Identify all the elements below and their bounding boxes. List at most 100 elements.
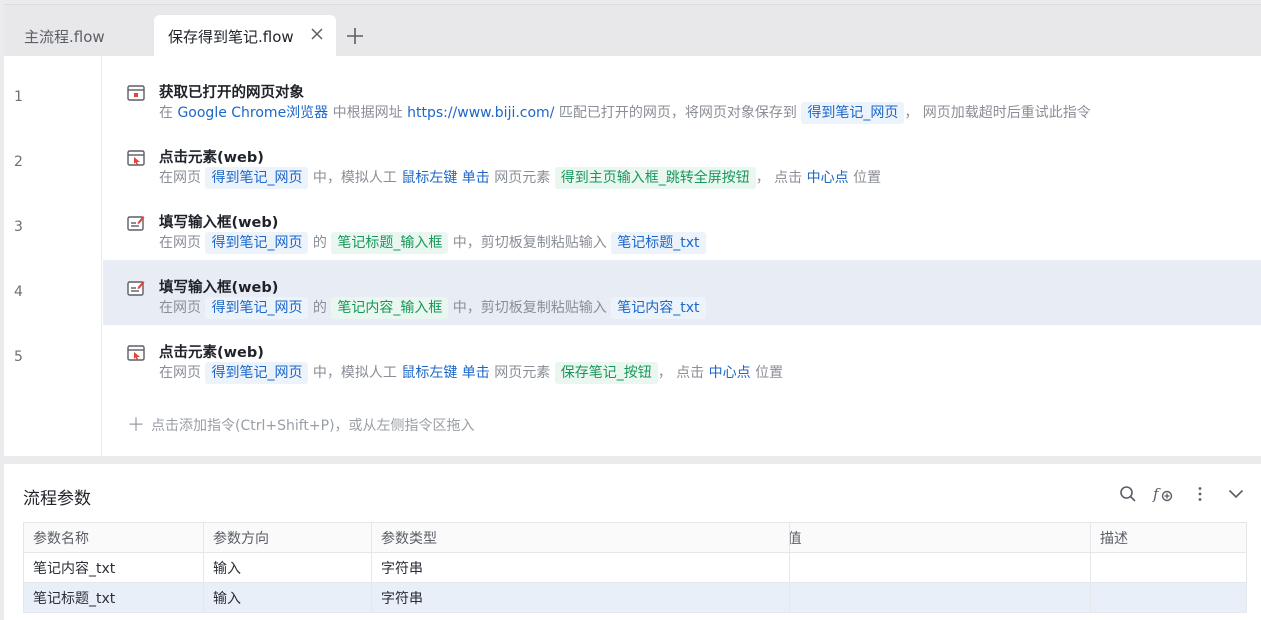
plus-icon: ＋ [127,415,145,436]
variable-token[interactable]: 得到笔记_网页 [801,102,905,124]
column-header[interactable]: 描述 [1090,522,1247,553]
close-tab-icon[interactable] [308,25,326,43]
desc-text: 在网页 [159,235,206,251]
table-row[interactable]: 笔记内容_txt 输入 字符串 [23,552,1247,583]
column-header[interactable]: 默认值 [789,522,1091,553]
variable-token[interactable]: 得到笔记_网页 [205,232,309,254]
click-element-icon [127,344,145,362]
line-number: 5 [14,349,23,365]
tab-label: 保存得到笔记.flow [168,27,294,46]
click-element-icon [127,149,145,167]
tab-bar: 主流程.flow 保存得到笔记.flow [4,4,1261,57]
desc-text: 的 [308,235,332,251]
flow-step[interactable]: 点击元素(web) 在网页 得到笔记_网页 中，模拟人工 鼠标左键 单击 网页元… [103,325,1261,390]
step-title: 点击元素(web) [159,345,264,361]
variable-token[interactable]: 得到笔记_网页 [205,297,309,319]
step-title: 填写输入框(web) [159,215,279,231]
flow-step-selected[interactable]: 填写输入框(web) 在网页 得到笔记_网页 的 笔记内容_输入框 中，剪切板复… [103,260,1261,325]
table-header-row: 参数名称 参数方向 参数类型 默认值 描述 [23,522,1247,553]
column-header[interactable]: 参数方向 [203,522,372,553]
panel-title: 流程参数 [23,489,91,509]
variable-token[interactable]: 得到笔记_网页 [205,362,309,384]
svg-text:f: f [1152,485,1161,503]
step-title: 获取已打开的网页对象 [159,85,304,101]
element-token[interactable]: 笔记内容_输入框 [331,297,449,319]
line-number: 2 [14,154,23,170]
add-command-hint[interactable]: ＋ 点击添加指令(Ctrl+Shift+P)，或从左侧指令区拖入 [127,411,475,437]
param-direction-cell[interactable]: 输入 [203,552,372,583]
desc-text: 中，模拟人工 [308,365,402,381]
desc-option-link[interactable]: 鼠标左键 单击 [401,365,489,381]
variable-token[interactable]: 笔记内容_txt [611,297,706,319]
param-desc-cell[interactable] [1090,552,1247,583]
table-row-selected[interactable]: 笔记标题_txt 输入 字符串 [23,582,1247,613]
chevron-down-icon[interactable] [1224,482,1248,506]
params-table: 参数名称 参数方向 参数类型 默认值 描述 笔记内容_txt 输入 字符串 笔记… [23,522,1247,613]
desc-option-link[interactable]: https://www.biji.com/ [407,105,554,121]
param-name-cell[interactable]: 笔记内容_txt [23,552,204,583]
desc-text: 在 [159,105,178,121]
param-name-cell[interactable]: 笔记标题_txt [23,582,204,613]
flow-params-panel: 流程参数 f 参数名称 参数方向 参数类型 默认值 描述 笔记内容_txt 输入 [4,464,1261,620]
desc-text: 在网页 [159,300,206,316]
param-default-cell[interactable] [789,582,1091,613]
step-title: 点击元素(web) [159,150,264,166]
step-description: 在网页 得到笔记_网页 的 笔记内容_输入框 中，剪切板复制粘贴输入 笔记内容_… [159,297,706,319]
element-token[interactable]: 笔记标题_输入框 [331,232,449,254]
line-number: 4 [14,284,23,300]
desc-text: 位置 [848,170,882,186]
flow-step[interactable]: 获取已打开的网页对象 在 Google Chrome浏览器 中根据网址 http… [103,65,1261,130]
param-type-cell[interactable]: 字符串 [371,552,790,583]
step-description: 在网页 得到笔记_网页 的 笔记标题_输入框 中，剪切板复制粘贴输入 笔记标题_… [159,232,706,254]
column-header[interactable]: 参数名称 [23,522,204,553]
desc-text: 中根据网址 [328,105,408,121]
flow-step[interactable]: 点击元素(web) 在网页 得到笔记_网页 中，模拟人工 鼠标左键 单击 网页元… [103,130,1261,195]
flow-step[interactable]: 填写输入框(web) 在网页 得到笔记_网页 的 笔记标题_输入框 中，剪切板复… [103,195,1261,260]
step-description: 在网页 得到笔记_网页 中，模拟人工 鼠标左键 单击 网页元素 得到主页输入框_… [159,167,881,189]
tab-save-note-flow[interactable]: 保存得到笔记.flow [154,15,336,57]
variable-token[interactable]: 笔记标题_txt [611,232,706,254]
column-header[interactable]: 参数类型 [371,522,790,553]
browser-window-icon [127,84,145,102]
step-description: 在 Google Chrome浏览器 中根据网址 https://www.bij… [159,102,1091,124]
element-token[interactable]: 保存笔记_按钮 [554,362,658,384]
desc-text: 位置 [750,365,784,381]
element-token[interactable]: 得到主页输入框_跳转全屏按钮 [554,167,756,189]
desc-option-link[interactable]: 鼠标左键 单击 [401,170,489,186]
desc-text: 的 [308,300,332,316]
desc-option-link[interactable]: Google Chrome浏览器 [177,105,328,121]
desc-text: 网页元素 [489,365,555,381]
desc-option-link[interactable]: 中心点 [807,170,849,186]
param-default-cell[interactable] [789,552,1091,583]
search-icon[interactable] [1116,482,1140,506]
param-desc-cell[interactable] [1090,582,1247,613]
add-function-icon[interactable]: f [1151,482,1175,506]
line-number: 1 [14,89,23,105]
add-command-label: 点击添加指令(Ctrl+Shift+P)，或从左侧指令区拖入 [151,418,475,434]
fill-input-icon [127,214,145,232]
step-title: 填写输入框(web) [159,280,279,296]
step-description: 在网页 得到笔记_网页 中，模拟人工 鼠标左键 单击 网页元素 保存笔记_按钮，… [159,362,783,384]
desc-text: 匹配已打开的网页，将网页对象保存到 [554,105,802,121]
param-direction-cell[interactable]: 输入 [203,582,372,613]
variable-token[interactable]: 得到笔记_网页 [205,167,309,189]
desc-text: ， 点击 [755,170,807,186]
desc-text: 网页元素 [489,170,555,186]
desc-text: 在网页 [159,365,206,381]
desc-text: 中，模拟人工 [308,170,402,186]
desc-text: 中，剪切板复制粘贴输入 [448,300,612,316]
flow-editor: 1 2 3 4 5 获取已打开的网页对象 在 Google Chrome浏览器 … [4,56,1261,456]
tab-label: 主流程.flow [24,27,105,46]
desc-text: 中，剪切板复制粘贴输入 [448,235,612,251]
add-tab-icon[interactable] [344,23,366,49]
line-number: 3 [14,219,23,235]
more-options-icon[interactable] [1188,482,1212,506]
desc-text: ， 点击 [657,365,709,381]
fill-input-icon [127,279,145,297]
desc-option-link[interactable]: 中心点 [709,365,751,381]
line-number-gutter: 1 2 3 4 5 [4,56,102,456]
tab-main-flow[interactable]: 主流程.flow [4,15,152,57]
param-type-cell[interactable]: 字符串 [371,582,790,613]
desc-text: ， 网页加载超时后重试此指令 [904,105,1091,121]
desc-text: 在网页 [159,170,206,186]
